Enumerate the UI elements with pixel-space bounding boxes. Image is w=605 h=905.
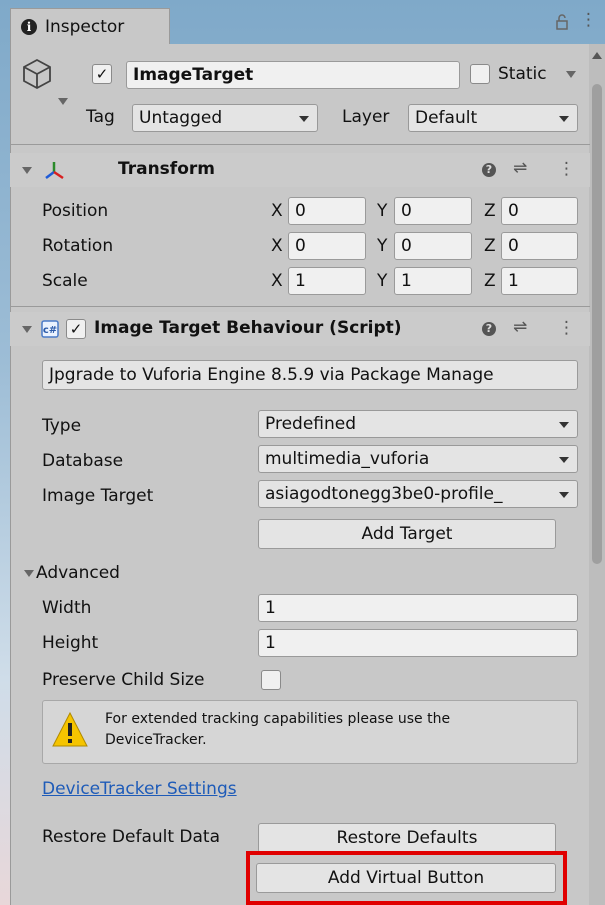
scale-x-field[interactable]: 1 xyxy=(288,267,366,295)
layer-dropdown[interactable]: Default xyxy=(408,104,578,132)
info-icon: i xyxy=(21,19,37,35)
image-target-label: Image Target xyxy=(42,486,154,506)
layer-value: Default xyxy=(415,108,478,128)
divider xyxy=(10,144,590,145)
transform-title: Transform xyxy=(118,159,215,179)
behaviour-enabled-checkbox[interactable]: ✓ xyxy=(66,319,86,339)
component-menu-icon[interactable]: ⋮ xyxy=(558,159,575,179)
tab-inspector[interactable]: i Inspector xyxy=(10,8,170,44)
height-label: Height xyxy=(42,633,99,653)
image-target-dropdown[interactable]: asiagodtonegg3be0-profile_ xyxy=(258,480,578,508)
chevron-down-icon xyxy=(559,492,569,498)
highlight-box xyxy=(246,851,567,905)
gameobject-name-field[interactable]: ImageTarget xyxy=(126,61,460,89)
gameobject-active-checkbox[interactable]: ✓ xyxy=(92,64,112,84)
restore-default-data-label: Restore Default Data xyxy=(42,827,221,847)
scale-y-field[interactable]: 1 xyxy=(394,267,472,295)
axis-y-label[interactable]: Y xyxy=(377,236,387,256)
restore-defaults-button[interactable]: Restore Defaults xyxy=(258,823,556,853)
chevron-down-icon xyxy=(299,116,309,122)
foldout-arrow-icon[interactable] xyxy=(22,167,32,174)
position-x-field[interactable]: 0 xyxy=(288,197,366,225)
chevron-down-icon xyxy=(559,457,569,463)
divider xyxy=(10,306,590,307)
tag-value: Untagged xyxy=(139,108,223,128)
device-tracker-settings-link[interactable]: DeviceTracker Settings xyxy=(42,779,237,799)
tab-bar: i Inspector ⋮ xyxy=(0,0,605,44)
static-dropdown-icon[interactable] xyxy=(566,71,576,78)
database-value: multimedia_vuforia xyxy=(265,449,430,469)
position-y-field[interactable]: 0 xyxy=(394,197,472,225)
help-icon[interactable]: ? xyxy=(482,322,496,336)
chevron-down-icon xyxy=(559,422,569,428)
preserve-child-size-label: Preserve Child Size xyxy=(42,670,205,690)
database-label: Database xyxy=(42,451,124,471)
axis-x-label[interactable]: X xyxy=(271,236,283,256)
scrollbar-thumb[interactable] xyxy=(592,84,602,564)
icon-dropdown-icon[interactable] xyxy=(58,98,68,105)
advanced-foldout[interactable]: Advanced xyxy=(36,563,120,583)
width-field[interactable]: 1 xyxy=(258,594,578,622)
transform-header[interactable]: Transform ? ⇌ ⋮ xyxy=(10,153,590,187)
chevron-down-icon xyxy=(559,116,569,122)
database-dropdown[interactable]: multimedia_vuforia xyxy=(258,445,578,473)
image-target-value: asiagodtonegg3be0-profile_ xyxy=(265,484,503,504)
foldout-arrow-icon[interactable] xyxy=(22,326,32,333)
tab-menu-icon[interactable]: ⋮ xyxy=(580,10,597,30)
rotation-y-field[interactable]: 0 xyxy=(394,232,472,260)
axis-y-label[interactable]: Y xyxy=(377,201,387,221)
scroll-up-icon[interactable] xyxy=(592,52,602,59)
warning-helpbox: For extended tracking capabilities pleas… xyxy=(42,700,578,764)
axis-x-label[interactable]: X xyxy=(271,271,283,291)
tag-dropdown[interactable]: Untagged xyxy=(132,104,318,132)
warning-icon xyxy=(52,711,88,747)
gameobject-cube-icon xyxy=(23,58,51,90)
scale-label: Scale xyxy=(42,271,88,291)
behaviour-title: Image Target Behaviour (Script) xyxy=(94,318,402,338)
warning-text-line1: For extended tracking capabilities pleas… xyxy=(105,711,451,727)
layer-label: Layer xyxy=(342,107,390,127)
type-value: Predefined xyxy=(265,414,357,434)
svg-text:c#: c# xyxy=(43,325,57,336)
axis-z-label[interactable]: Z xyxy=(484,236,496,256)
behaviour-header[interactable]: c# ✓ Image Target Behaviour (Script) ? ⇌… xyxy=(10,312,590,346)
presets-icon[interactable]: ⇌ xyxy=(513,158,527,178)
axis-x-label[interactable]: X xyxy=(271,201,283,221)
script-icon: c# xyxy=(41,320,59,338)
warning-text-line2: DeviceTracker. xyxy=(105,732,207,748)
rotation-label: Rotation xyxy=(42,236,114,256)
preserve-child-size-checkbox[interactable] xyxy=(261,670,281,690)
static-checkbox[interactable] xyxy=(470,64,490,84)
rotation-x-field[interactable]: 0 xyxy=(288,232,366,260)
static-label[interactable]: Static xyxy=(498,64,547,84)
add-target-button[interactable]: Add Target xyxy=(258,519,556,549)
axis-z-label[interactable]: Z xyxy=(484,201,496,221)
scale-z-field[interactable]: 1 xyxy=(501,267,578,295)
axis-z-label[interactable]: Z xyxy=(484,271,496,291)
component-menu-icon[interactable]: ⋮ xyxy=(558,318,575,338)
help-icon[interactable]: ? xyxy=(482,163,496,177)
position-label: Position xyxy=(42,201,109,221)
scrollbar[interactable] xyxy=(589,44,605,905)
type-label: Type xyxy=(42,416,82,436)
type-dropdown[interactable]: Predefined xyxy=(258,410,578,438)
width-label: Width xyxy=(42,598,92,618)
position-z-field[interactable]: 0 xyxy=(501,197,578,225)
tag-label: Tag xyxy=(86,107,115,127)
axis-y-label[interactable]: Y xyxy=(377,271,387,291)
foldout-arrow-icon[interactable] xyxy=(24,570,34,577)
transform-icon xyxy=(45,162,64,180)
height-field[interactable]: 1 xyxy=(258,629,578,657)
upgrade-vuforia-button[interactable]: Jpgrade to Vuforia Engine 8.5.9 via Pack… xyxy=(42,360,578,390)
tab-inspector-label: Inspector xyxy=(45,17,125,37)
lock-icon[interactable] xyxy=(555,14,569,30)
presets-icon[interactable]: ⇌ xyxy=(513,317,527,337)
rotation-z-field[interactable]: 0 xyxy=(501,232,578,260)
